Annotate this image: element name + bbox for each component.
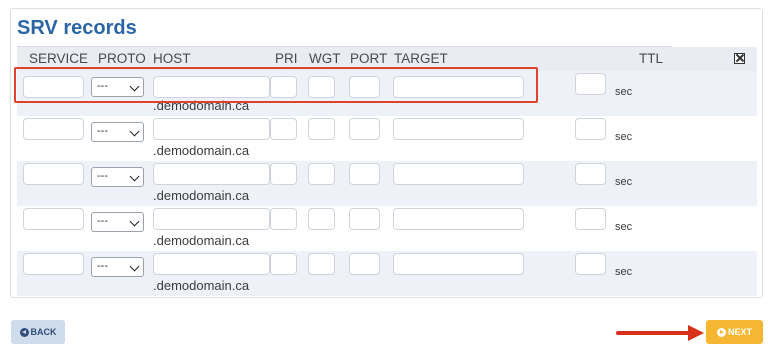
delete-all-checkbox-icon[interactable] — [734, 53, 745, 64]
wgt-input[interactable] — [308, 163, 335, 185]
ttl-input[interactable] — [575, 208, 606, 230]
circle-left-arrow-icon — [19, 327, 29, 337]
col-host: HOST — [153, 51, 191, 66]
domain-suffix: .demodomain.ca — [153, 143, 250, 158]
wgt-input[interactable] — [308, 253, 335, 275]
ttl-unit: sec — [615, 266, 633, 278]
chevron-down-icon — [129, 261, 140, 272]
proto-select[interactable]: --- — [91, 122, 144, 142]
wgt-input[interactable] — [308, 208, 335, 230]
host-input[interactable] — [153, 253, 270, 275]
ttl-input[interactable] — [575, 73, 606, 95]
host-input[interactable] — [153, 118, 270, 140]
host-input[interactable] — [153, 208, 270, 230]
next-button-label: NEXT — [727, 327, 752, 337]
col-pri: PRI — [275, 51, 298, 66]
domain-suffix: .demodomain.ca — [153, 98, 250, 113]
col-port: PORT — [350, 51, 388, 66]
target-input[interactable] — [393, 253, 524, 275]
ttl-input[interactable] — [575, 253, 606, 275]
port-input[interactable] — [349, 76, 380, 98]
port-input[interactable] — [349, 118, 380, 140]
target-input[interactable] — [393, 118, 524, 140]
service-input[interactable] — [23, 163, 84, 185]
table-row: --- .demodomain.ca sec — [17, 71, 757, 116]
red-arrow-icon — [616, 325, 704, 341]
col-wgt: WGT — [309, 51, 341, 66]
pri-input[interactable] — [270, 208, 297, 230]
pri-input[interactable] — [270, 253, 297, 275]
table-header: SERVICE PROTO HOST PRI WGT PORT TARGET T… — [17, 47, 757, 71]
service-input[interactable] — [23, 208, 84, 230]
col-proto: PROTO — [98, 51, 146, 66]
col-target: TARGET — [394, 51, 448, 66]
target-input[interactable] — [393, 208, 524, 230]
pri-input[interactable] — [270, 76, 297, 98]
service-input[interactable] — [23, 118, 84, 140]
ttl-unit: sec — [615, 131, 633, 143]
domain-suffix: .demodomain.ca — [153, 188, 250, 203]
section-title: SRV records — [17, 17, 137, 39]
proto-select[interactable]: --- — [91, 77, 144, 97]
pri-input[interactable] — [270, 118, 297, 140]
srv-records-panel: SRV records SERVICE PROTO HOST PRI WGT P… — [10, 8, 763, 298]
ttl-unit: sec — [615, 221, 633, 233]
proto-select[interactable]: --- — [91, 212, 144, 232]
chevron-down-icon — [129, 126, 140, 137]
ttl-unit: sec — [615, 176, 633, 188]
wgt-input[interactable] — [308, 76, 335, 98]
col-service: SERVICE — [29, 51, 89, 66]
wgt-input[interactable] — [308, 118, 335, 140]
service-input[interactable] — [23, 76, 84, 98]
target-input[interactable] — [393, 163, 524, 185]
proto-select[interactable]: --- — [91, 167, 144, 187]
chevron-down-icon — [129, 81, 140, 92]
port-input[interactable] — [349, 208, 380, 230]
host-input[interactable] — [153, 163, 270, 185]
port-input[interactable] — [349, 163, 380, 185]
ttl-unit: sec — [615, 86, 633, 98]
proto-select[interactable]: --- — [91, 257, 144, 277]
host-input[interactable] — [153, 76, 270, 98]
table-row: --- .demodomain.ca sec — [17, 251, 757, 296]
back-button[interactable]: BACK — [11, 320, 65, 344]
table-row: --- .demodomain.ca sec — [17, 161, 757, 206]
next-button[interactable]: NEXT — [706, 320, 763, 344]
chevron-down-icon — [129, 171, 140, 182]
col-ttl: TTL — [639, 51, 664, 66]
ttl-input[interactable] — [575, 163, 606, 185]
table-row: --- .demodomain.ca sec — [17, 116, 757, 161]
table-row: --- .demodomain.ca sec — [17, 206, 757, 251]
back-button-label: BACK — [30, 327, 57, 337]
domain-suffix: .demodomain.ca — [153, 233, 250, 248]
pri-input[interactable] — [270, 163, 297, 185]
target-input[interactable] — [393, 76, 524, 98]
ttl-input[interactable] — [575, 118, 606, 140]
domain-suffix: .demodomain.ca — [153, 278, 250, 293]
service-input[interactable] — [23, 253, 84, 275]
circle-right-arrow-icon — [716, 327, 726, 337]
port-input[interactable] — [349, 253, 380, 275]
chevron-down-icon — [129, 216, 140, 227]
